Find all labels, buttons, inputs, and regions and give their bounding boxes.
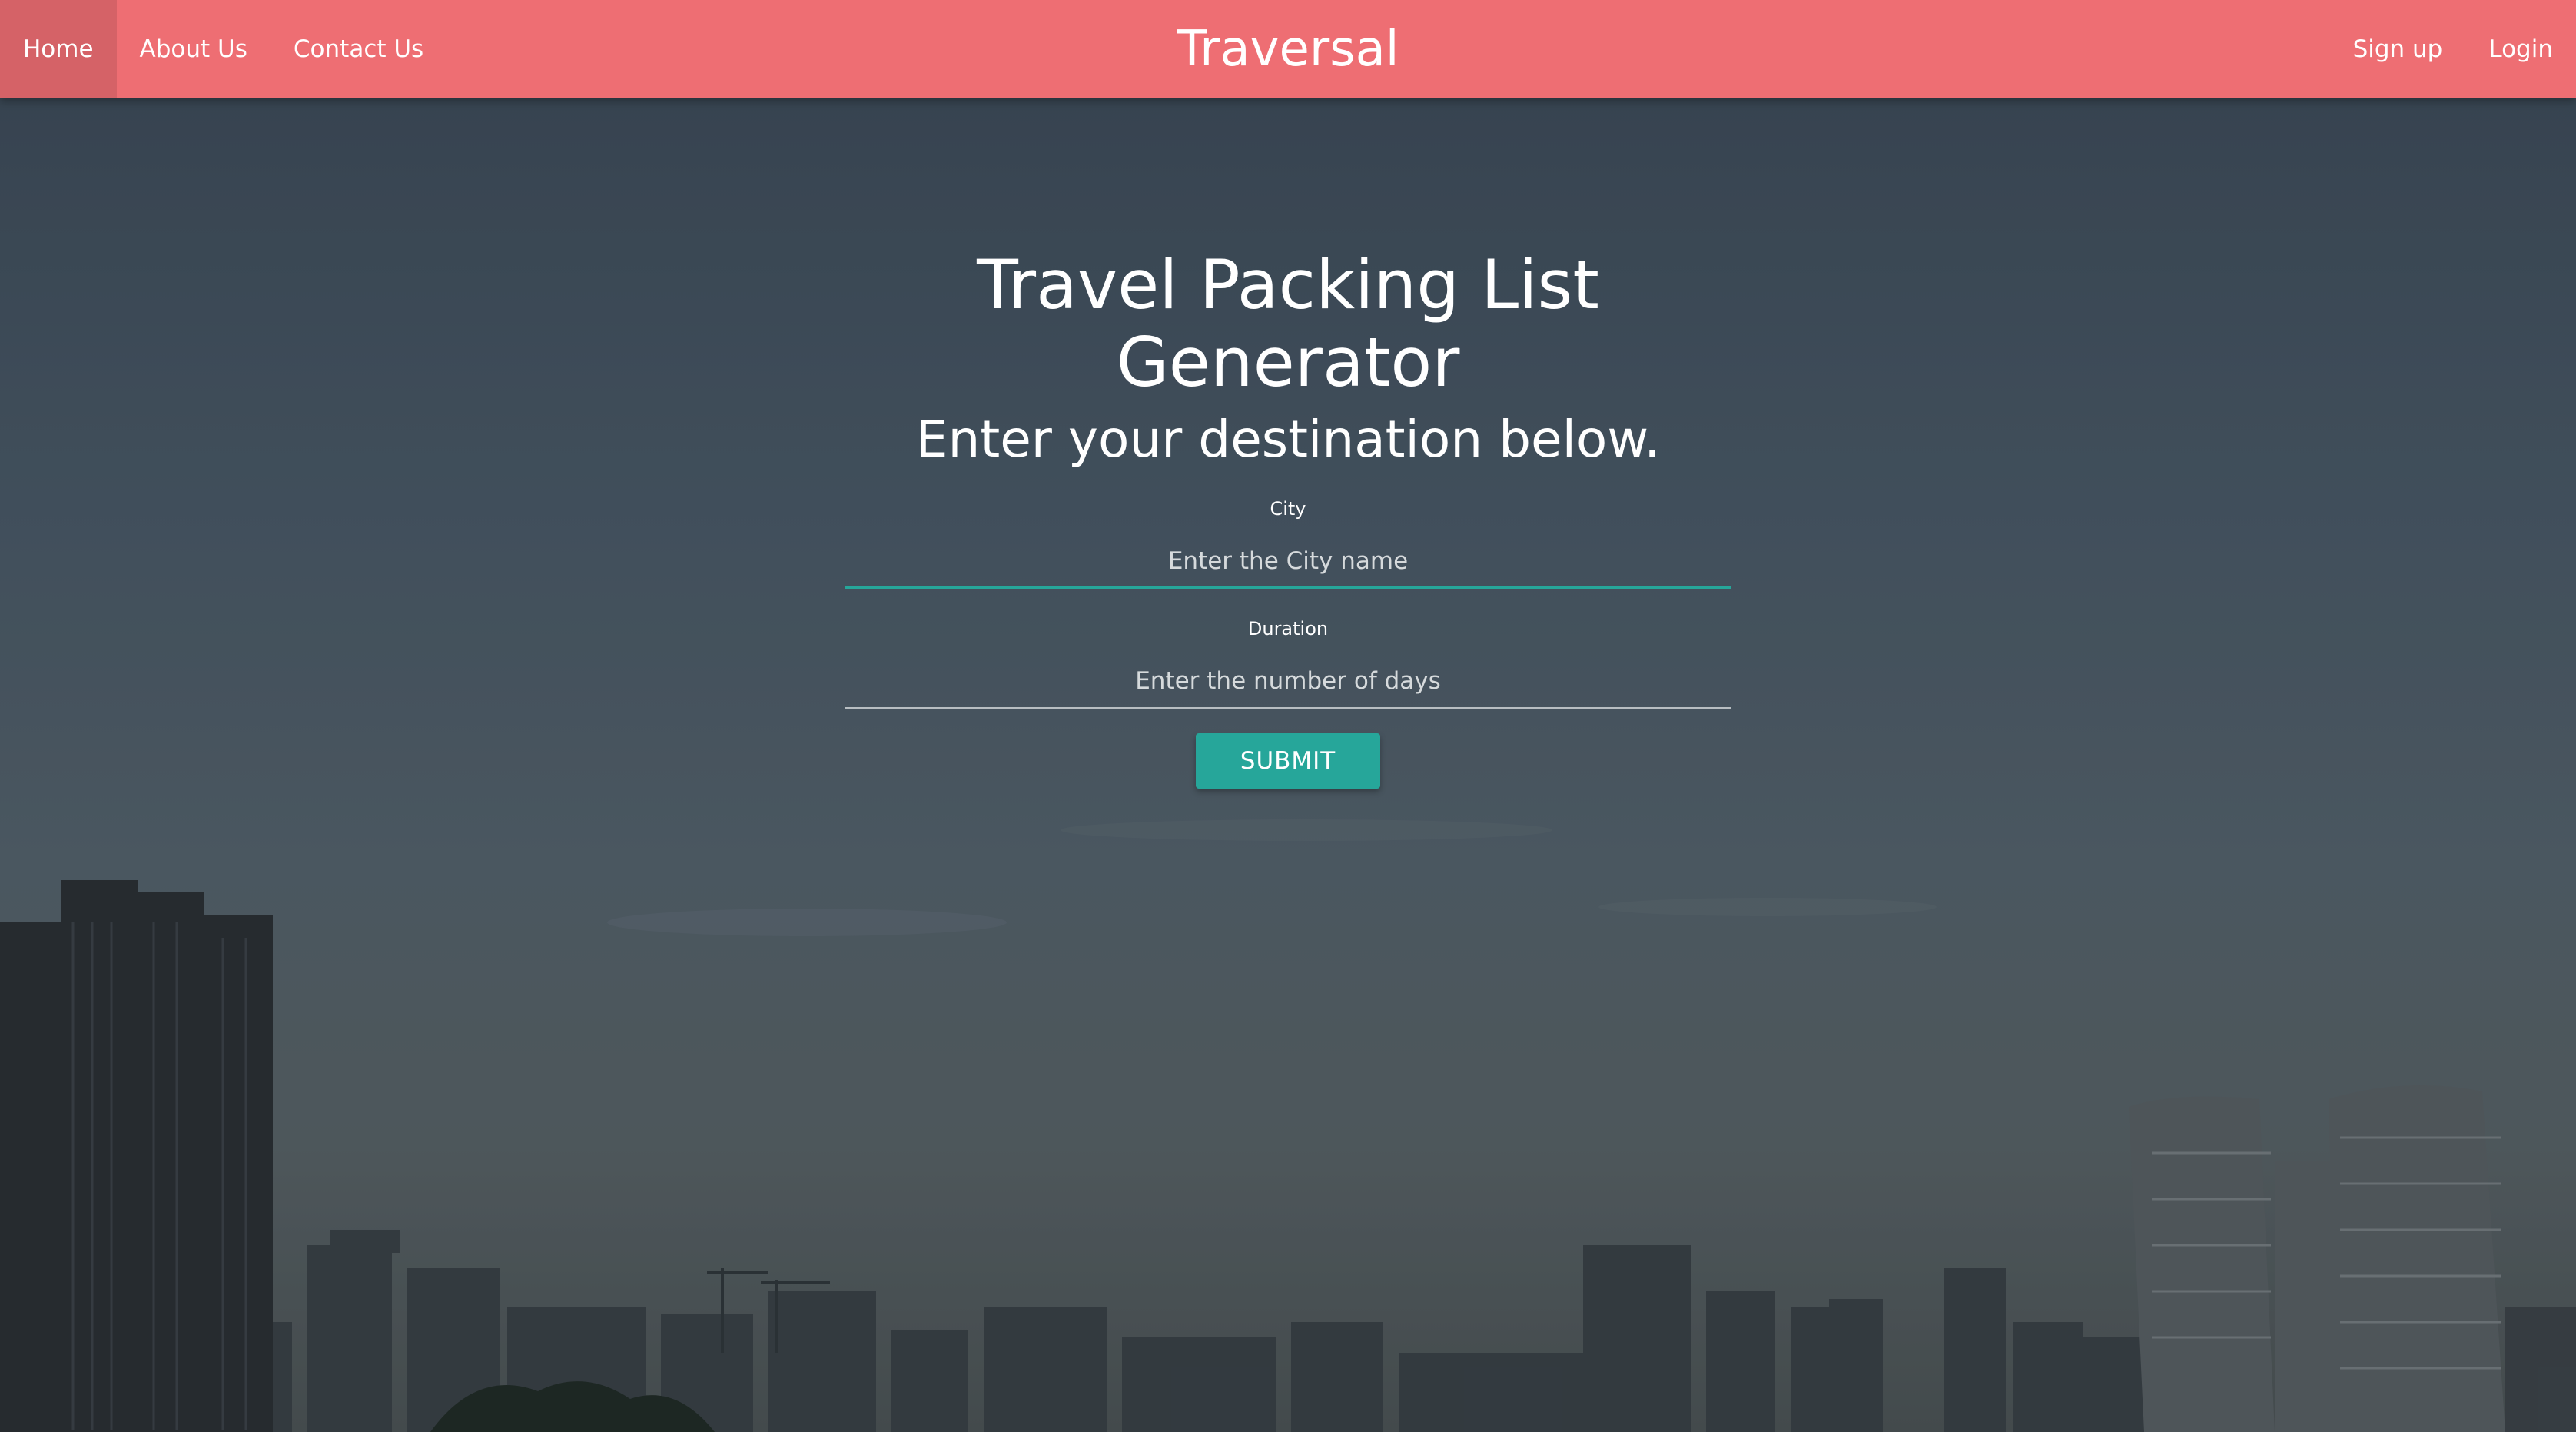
- packing-list-form-section: Travel Packing List Generator Enter your…: [845, 246, 1731, 789]
- brand-logo-text[interactable]: Traversal: [1177, 21, 1399, 78]
- nav-left-group: Home About Us Contact Us: [0, 0, 446, 98]
- city-label: City: [1270, 498, 1306, 520]
- nav-contact-link[interactable]: Contact Us: [271, 0, 446, 98]
- nav-signup-link[interactable]: Sign up: [2330, 0, 2466, 98]
- duration-label: Duration: [1247, 618, 1329, 640]
- page-title: Travel Packing List Generator: [977, 245, 1599, 403]
- city-field: City: [845, 498, 1731, 590]
- nav-home-link[interactable]: Home: [0, 0, 117, 98]
- submit-button[interactable]: SUBMIT: [1196, 733, 1380, 789]
- top-navbar: Home About Us Contact Us Traversal Sign …: [0, 0, 2576, 98]
- nav-right-group: Sign up Login: [2330, 0, 2576, 98]
- duration-input[interactable]: [845, 655, 1731, 709]
- city-input[interactable]: [845, 535, 1731, 590]
- duration-field: Duration: [845, 618, 1731, 709]
- nav-login-link[interactable]: Login: [2465, 0, 2576, 98]
- page-subtitle: Enter your destination below.: [915, 410, 1661, 470]
- nav-about-link[interactable]: About Us: [117, 0, 271, 98]
